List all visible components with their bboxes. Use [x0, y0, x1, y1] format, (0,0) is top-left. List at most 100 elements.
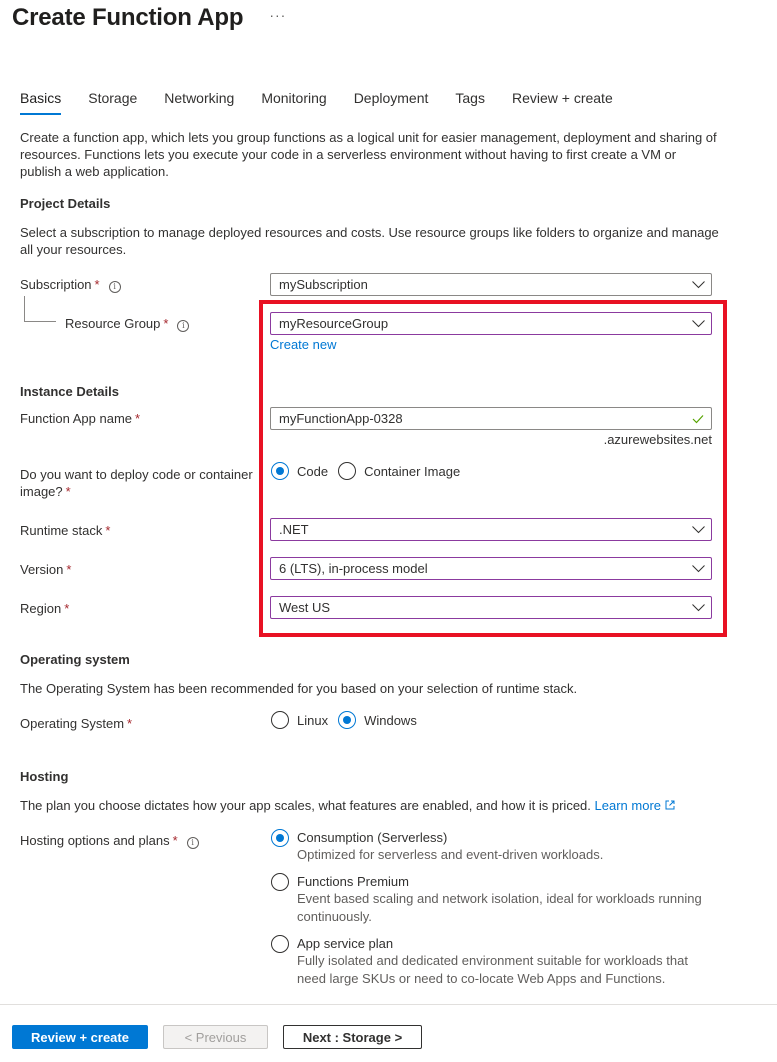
- deploy-type-radio-group: Code Container Image: [271, 462, 470, 480]
- radio-linux[interactable]: Linux: [271, 711, 328, 729]
- region-value: West US: [279, 600, 331, 615]
- resource-group-label: Resource Group * i: [65, 315, 190, 332]
- radio-circle[interactable]: [271, 935, 289, 953]
- tab-tags[interactable]: Tags: [455, 90, 485, 112]
- radio-circle-checked[interactable]: [271, 829, 289, 847]
- intro-description: Create a function app, which lets you gr…: [20, 130, 717, 179]
- review-create-button[interactable]: Review + create: [12, 1025, 148, 1049]
- deploy-type-label: Do you want to deploy code or container …: [20, 466, 260, 500]
- learn-more-text: Learn more: [594, 798, 662, 813]
- runtime-stack-dropdown[interactable]: .NET: [270, 518, 712, 541]
- tab-basics[interactable]: Basics: [20, 90, 62, 115]
- radio-code[interactable]: Code: [271, 462, 328, 480]
- project-details-heading: Project Details: [20, 196, 111, 211]
- create-new-resource-group-link[interactable]: Create new: [270, 337, 336, 352]
- radio-container-image[interactable]: Container Image: [338, 462, 460, 480]
- plan-description: Event based scaling and network isolatio…: [297, 891, 702, 924]
- version-label: Version *: [20, 561, 71, 578]
- resource-group-value: myResourceGroup: [279, 316, 389, 331]
- runtime-stack-label-text: Runtime stack: [20, 523, 103, 538]
- plan-title: Functions Premium: [297, 874, 409, 889]
- subscription-label: Subscription * i: [20, 276, 121, 293]
- hosting-label-text: Hosting options and plans: [20, 833, 170, 848]
- tab-deployment[interactable]: Deployment: [354, 90, 429, 112]
- domain-suffix: .azurewebsites.net: [603, 432, 712, 447]
- radio-circle[interactable]: [271, 873, 289, 891]
- required-marker: *: [163, 316, 169, 331]
- runtime-stack-label: Runtime stack *: [20, 522, 110, 539]
- plan-app-service[interactable]: App service plan Fully isolated and dedi…: [271, 935, 707, 988]
- hosting-heading: Hosting: [20, 769, 69, 784]
- os-description: The Operating System has been recommende…: [20, 681, 578, 696]
- resource-group-label-text: Resource Group: [65, 316, 161, 331]
- chevron-down-icon: [685, 519, 711, 540]
- more-options-icon[interactable]: ···: [269, 7, 286, 23]
- chevron-down-icon: [685, 597, 711, 618]
- required-marker: *: [105, 523, 111, 538]
- chevron-down-icon: [685, 558, 711, 579]
- tab-bar: Basics Storage Networking Monitoring Dep…: [20, 90, 640, 115]
- tree-connector: [24, 296, 56, 322]
- valid-check-icon: [685, 414, 711, 424]
- os-heading: Operating system: [20, 652, 130, 667]
- required-marker: *: [66, 562, 72, 577]
- next-storage-button[interactable]: Next : Storage >: [283, 1025, 422, 1049]
- plan-title: App service plan: [297, 936, 394, 951]
- radio-label: Linux: [297, 712, 329, 728]
- function-app-name-value: myFunctionApp-0328: [279, 411, 403, 426]
- os-radio-group: Linux Windows: [271, 711, 427, 729]
- chevron-down-icon: [685, 274, 711, 295]
- required-marker: *: [64, 601, 70, 616]
- resource-group-dropdown[interactable]: myResourceGroup: [270, 312, 712, 335]
- runtime-stack-value: .NET: [279, 522, 309, 537]
- plan-functions-premium[interactable]: Functions Premium Event based scaling an…: [271, 873, 707, 926]
- hosting-description: The plan you choose dictates how your ap…: [20, 797, 720, 814]
- project-description: Select a subscription to manage deployed…: [20, 225, 719, 257]
- info-icon[interactable]: i: [108, 281, 121, 293]
- radio-circle[interactable]: [338, 462, 357, 480]
- radio-label: Code: [297, 463, 329, 479]
- previous-button: < Previous: [163, 1025, 268, 1049]
- app-name-label-text: Function App name: [20, 411, 133, 426]
- subscription-label-text: Subscription: [20, 277, 92, 292]
- plan-text: App service plan Fully isolated and dedi…: [297, 935, 707, 988]
- external-link-icon: [665, 800, 675, 810]
- os-label-text: Operating System: [20, 716, 125, 731]
- title-row: Create Function App ···: [12, 4, 286, 32]
- deploy-type-label-text: Do you want to deploy code or container …: [20, 467, 253, 499]
- region-dropdown[interactable]: West US: [270, 596, 712, 619]
- tab-monitoring[interactable]: Monitoring: [261, 90, 326, 112]
- footer-divider: [0, 1004, 777, 1005]
- learn-more-link[interactable]: Learn more: [595, 798, 675, 813]
- info-icon[interactable]: i: [177, 320, 190, 332]
- plan-description: Optimized for serverless and event-drive…: [297, 847, 604, 862]
- instance-details-heading: Instance Details: [20, 384, 119, 399]
- region-label: Region *: [20, 600, 69, 617]
- subscription-dropdown[interactable]: mySubscription: [270, 273, 712, 296]
- info-icon[interactable]: i: [186, 837, 199, 849]
- tab-review-create[interactable]: Review + create: [512, 90, 613, 112]
- os-label: Operating System *: [20, 715, 132, 732]
- plan-consumption[interactable]: Consumption (Serverless) Optimized for s…: [271, 829, 707, 864]
- version-dropdown[interactable]: 6 (LTS), in-process model: [270, 557, 712, 580]
- function-app-name-input[interactable]: myFunctionApp-0328: [270, 407, 712, 430]
- radio-circle[interactable]: [271, 711, 289, 729]
- required-marker: *: [127, 716, 133, 731]
- radio-windows[interactable]: Windows: [338, 711, 417, 729]
- plan-description: Fully isolated and dedicated environment…: [297, 953, 688, 986]
- plan-text: Consumption (Serverless) Optimized for s…: [297, 829, 707, 864]
- version-value: 6 (LTS), in-process model: [279, 561, 428, 576]
- radio-circle-checked[interactable]: [271, 462, 289, 480]
- hosting-description-text: The plan you choose dictates how your ap…: [20, 798, 591, 813]
- version-label-text: Version: [20, 562, 64, 577]
- plan-title: Consumption (Serverless): [297, 830, 448, 845]
- radio-circle-checked[interactable]: [338, 711, 357, 729]
- plan-text: Functions Premium Event based scaling an…: [297, 873, 707, 926]
- radio-label: Windows: [364, 712, 417, 728]
- region-label-text: Region: [20, 601, 62, 616]
- tab-networking[interactable]: Networking: [164, 90, 234, 112]
- tab-storage[interactable]: Storage: [88, 90, 137, 112]
- required-marker: *: [94, 277, 100, 292]
- app-name-label: Function App name *: [20, 410, 140, 427]
- hosting-label: Hosting options and plans * i: [20, 832, 199, 849]
